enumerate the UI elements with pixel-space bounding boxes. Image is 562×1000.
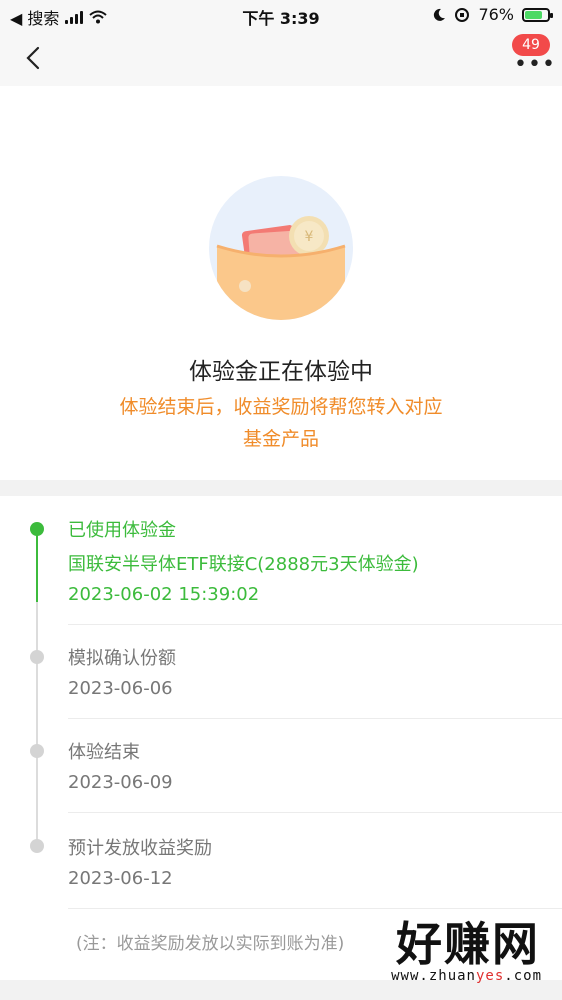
battery-icon xyxy=(522,7,553,22)
experience-status-card: ¥ 体验金正在体验中 体验结束后，收益奖励将帮您转入对应 基金产品 xyxy=(0,86,562,480)
moon-icon xyxy=(434,8,446,21)
orientation-lock-icon xyxy=(455,7,470,22)
watermark-url: www.zhuanyes.com xyxy=(391,968,542,984)
status-description-line2: 基金产品 xyxy=(242,428,319,450)
timeline-dot xyxy=(30,650,44,664)
message-badge: 49 xyxy=(512,34,550,56)
divider xyxy=(68,812,562,813)
timeline-step-end: 体验结束 2023-06-09 xyxy=(68,736,562,813)
timeline-step-confirm: 模拟确认份额 2023-06-06 xyxy=(68,642,562,719)
step-date: 2023-06-02 15:39:02 xyxy=(68,584,260,605)
wallet-illustration: ¥ xyxy=(209,176,353,320)
step-date: 2023-06-12 xyxy=(68,868,173,889)
timeline-track-active xyxy=(36,528,38,602)
timeline-step-used: 已使用体验金 国联安半导体ETF联接C(2888元3天体验金) 2023-06-… xyxy=(68,514,562,625)
divider xyxy=(68,624,562,625)
status-description: 体验结束后，收益奖励将帮您转入对应 基金产品 xyxy=(90,391,472,455)
status-right: 76% xyxy=(432,5,553,24)
step-title: 预计发放收益奖励 xyxy=(68,838,212,859)
status-title: 体验金正在体验中 xyxy=(189,359,373,385)
timeline-dot-completed xyxy=(30,522,44,536)
battery-percent: 76% xyxy=(478,5,514,24)
svg-text:¥: ¥ xyxy=(305,229,314,245)
divider xyxy=(68,718,562,719)
more-dots-icon: ••• xyxy=(514,52,556,77)
status-description-line1: 体验结束后，收益奖励将帮您转入对应 xyxy=(119,396,443,418)
timeline-dot xyxy=(30,744,44,758)
timeline-track xyxy=(36,602,38,848)
timeline-step-reward: 预计发放收益奖励 2023-06-12 xyxy=(68,832,562,909)
wallet-icon: ¥ xyxy=(216,216,346,320)
step-title: 模拟确认份额 xyxy=(68,648,176,669)
step-title: 已使用体验金 xyxy=(68,520,176,541)
more-button[interactable]: ••• 49 xyxy=(504,34,555,76)
disclaimer-note: (注：收益奖励发放以实际到账为准) xyxy=(76,934,345,954)
back-button[interactable] xyxy=(20,42,50,74)
watermark-main: 好赚网 xyxy=(396,917,540,971)
step-date: 2023-06-09 xyxy=(68,772,173,793)
step-title: 体验结束 xyxy=(68,742,140,763)
chevron-left-icon xyxy=(26,46,40,70)
site-watermark: 好赚网 www.zhuanyes.com xyxy=(346,908,546,990)
step-date: 2023-06-06 xyxy=(68,678,173,699)
status-bar: ◀ 搜索 下午 3:39 76% xyxy=(0,0,562,30)
timeline-dot xyxy=(30,839,44,853)
step-detail: 国联安半导体ETF联接C(2888元3天体验金) xyxy=(68,554,419,575)
nav-bar: ••• 49 xyxy=(0,30,562,86)
